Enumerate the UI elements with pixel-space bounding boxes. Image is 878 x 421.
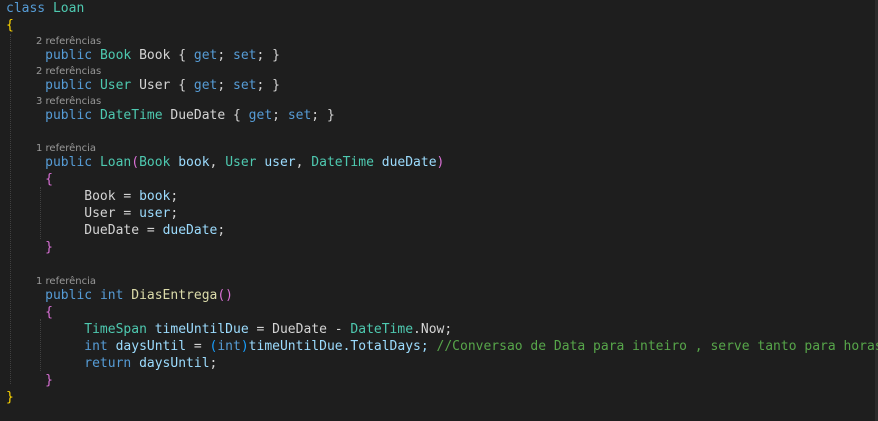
accessor-close: } [326, 108, 335, 123]
param-type-user: User [225, 155, 257, 170]
comma: , [295, 155, 304, 170]
minus-operator: - [334, 322, 343, 337]
expr-totaldays: timeUntilDue.TotalDays; [248, 339, 429, 354]
param-type-book: Book [139, 155, 171, 170]
method-parens: () [217, 288, 233, 303]
brace-close: } [6, 390, 14, 405]
constructor-name: Loan [99, 155, 132, 170]
code-line-ctor-open[interactable]: { [6, 171, 53, 188]
brace-close: } [45, 373, 53, 388]
code-line-assign-book[interactable]: Book = book; [6, 188, 178, 205]
accessor-open: { [178, 48, 187, 63]
semicolon: ; [272, 108, 280, 123]
semicolon: ; [256, 48, 265, 63]
brace-close: } [45, 240, 53, 255]
semicolon: ; [217, 48, 226, 63]
keyword-public: public [45, 48, 93, 63]
type-user: User [99, 78, 132, 93]
keyword-public: public [45, 288, 93, 303]
keyword-get: get [193, 48, 218, 63]
keyword-get: get [193, 78, 218, 93]
property-name-user: User [139, 78, 171, 93]
semicolon: ; [217, 78, 226, 93]
code-line-prop-book[interactable]: public Book Book { get; set; } [6, 47, 280, 64]
keyword-get: get [248, 108, 273, 123]
assign-value-user: user [139, 206, 171, 221]
semicolon: ; [217, 223, 226, 238]
code-line-class-close[interactable]: } [6, 389, 14, 406]
var-daysuntil: daysUntil [115, 339, 187, 354]
keyword-set: set [287, 108, 312, 123]
param-book: book [178, 155, 210, 170]
keyword-public: public [45, 108, 93, 123]
keyword-public: public [45, 155, 93, 170]
param-type-datetime: DateTime [311, 155, 374, 170]
assign-operator: = [193, 339, 202, 354]
semicolon: ; [256, 78, 265, 93]
assign-target-book: Book [84, 189, 116, 204]
param-user: user [264, 155, 296, 170]
code-line-ctor-close[interactable]: } [6, 239, 53, 256]
code-editor[interactable]: class Loan { 2 referências public Book B… [0, 0, 878, 421]
code-line-class-declaration[interactable]: class Loan [6, 0, 84, 17]
code-line-prop-user[interactable]: public User User { get; set; } [6, 77, 280, 94]
semicolon: ; [170, 189, 179, 204]
ref-duedate: DueDate [272, 322, 327, 337]
code-line-assign-user[interactable]: User = user; [6, 205, 178, 222]
accessor-open: { [233, 108, 241, 123]
member-now: .Now; [413, 322, 453, 337]
keyword-int: int [99, 288, 124, 303]
accessor-open: { [178, 78, 187, 93]
assign-target-user: User [84, 206, 116, 221]
code-line-class-open[interactable]: { [6, 17, 14, 34]
assign-value-duedate: dueDate [162, 223, 218, 238]
assign-target-duedate: DueDate [84, 223, 140, 238]
method-name: DiasEntrega [131, 288, 218, 303]
semicolon: ; [209, 356, 218, 371]
accessor-close: } [272, 78, 280, 93]
semicolon: ; [311, 108, 320, 123]
accessor-close: } [272, 48, 280, 63]
code-line-method-signature[interactable]: public int DiasEntrega() [6, 287, 233, 304]
var-timeuntildue: timeUntilDue [154, 322, 249, 337]
keyword-public: public [45, 78, 93, 93]
assign-operator: = [123, 206, 132, 221]
keyword-set: set [233, 78, 257, 93]
code-line-daysuntil[interactable]: int daysUntil = (int)timeUntilDue.TotalD… [6, 338, 878, 355]
paren-open: ( [131, 155, 140, 170]
type-timespan: TimeSpan [84, 322, 147, 337]
code-line-assign-duedate[interactable]: DueDate = dueDate; [6, 222, 225, 239]
keyword-int-cast: int [217, 339, 241, 354]
assign-operator: = [123, 189, 132, 204]
code-line-prop-duedate[interactable]: public DateTime DueDate { get; set; } [6, 107, 335, 124]
code-comment: //Conversao de Data para inteiro , serve… [436, 339, 878, 354]
type-book: Book [99, 48, 132, 63]
code-line-method-close[interactable]: } [6, 372, 53, 389]
paren-close: ) [240, 339, 249, 354]
code-line-timespan[interactable]: TimeSpan timeUntilDue = DueDate - DateTi… [6, 321, 452, 338]
keyword-class: class [6, 1, 46, 16]
assign-operator: = [146, 223, 155, 238]
assign-operator: = [256, 322, 265, 337]
brace-open: { [6, 18, 14, 33]
return-value-daysuntil: daysUntil [139, 356, 210, 371]
keyword-int: int [84, 339, 108, 354]
param-duedate: dueDate [381, 155, 437, 170]
keyword-return: return [84, 356, 132, 371]
class-name: Loan [52, 1, 85, 16]
code-line-method-open[interactable]: { [6, 304, 53, 321]
comma: , [209, 155, 218, 170]
paren-close: ) [436, 155, 445, 170]
type-datetime: DateTime [99, 108, 163, 123]
type-datetime: DateTime [350, 322, 414, 337]
code-line-return[interactable]: return daysUntil; [6, 355, 217, 372]
property-name-book: Book [139, 48, 171, 63]
semicolon: ; [170, 206, 179, 221]
code-line-constructor-signature[interactable]: public Loan(Book book, User user, DateTi… [6, 154, 444, 171]
property-name-duedate: DueDate [170, 108, 226, 123]
brace-open: { [45, 305, 53, 320]
assign-value-book: book [139, 189, 171, 204]
brace-open: { [45, 172, 53, 187]
keyword-set: set [233, 48, 257, 63]
